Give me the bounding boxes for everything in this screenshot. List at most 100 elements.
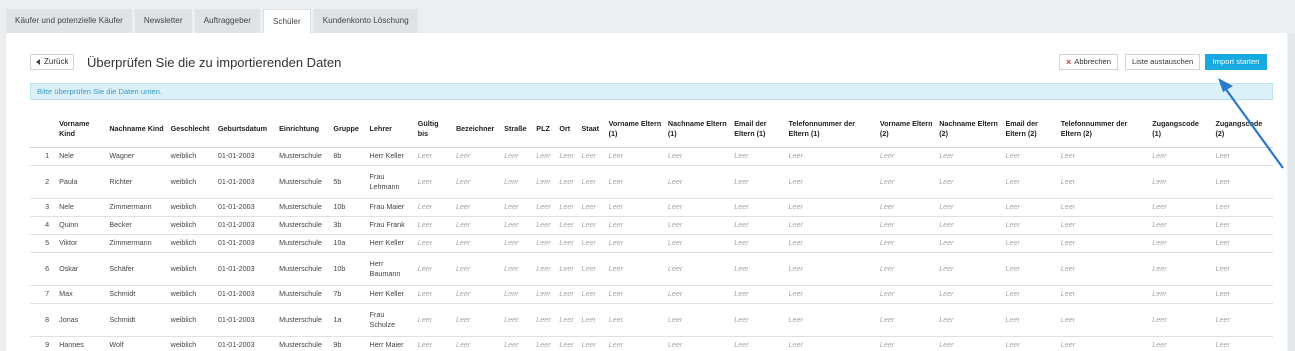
- empty-value-cell: Leer: [1148, 234, 1212, 253]
- table-row: 5 Viktor Zimmermann weiblich 01-01-2003 Muste…: [30, 234, 1273, 253]
- empty-value-cell: Leer: [730, 285, 785, 304]
- empty-value-cell: Leer: [555, 198, 578, 217]
- empty-value-cell: Leer: [451, 234, 501, 253]
- empty-value-cell: Leer: [555, 336, 578, 351]
- empty-value-cell: Leer: [604, 303, 664, 337]
- first-name-cell: Oskar: [55, 252, 106, 286]
- empty-value-cell: Leer: [1056, 216, 1149, 235]
- empty-value-cell: Leer: [604, 252, 664, 286]
- empty-value-cell: Leer: [500, 165, 533, 199]
- empty-value-cell: Leer: [500, 303, 533, 337]
- empty-value-cell: Leer: [935, 165, 1002, 199]
- empty-value-cell: Leer: [577, 147, 605, 166]
- institution-cell: Musterschule: [275, 303, 330, 337]
- group-cell: 5b: [329, 165, 366, 199]
- table-header-row: Vorname Kind Nachname Kind Geschlecht Ge…: [30, 115, 1273, 148]
- column-header: Geschlecht: [166, 115, 214, 148]
- table-row: 8 Jonas Schmidt weiblich 01-01-2003 Mustersch…: [30, 303, 1273, 337]
- vertical-scrollbar[interactable]: [1288, 33, 1295, 351]
- empty-value-cell: Leer: [730, 165, 785, 199]
- last-name-cell: Wagner: [105, 147, 167, 166]
- cancel-button[interactable]: × Abbrechen: [1059, 54, 1118, 70]
- birthdate-cell: 01-01-2003: [213, 216, 276, 235]
- empty-value-cell: Leer: [875, 234, 936, 253]
- table-row: 1 Nele Wagner weiblich 01-01-2003 Musterschul…: [30, 147, 1273, 166]
- empty-value-cell: Leer: [604, 198, 664, 217]
- birthdate-cell: 01-01-2003: [213, 252, 276, 286]
- empty-value-cell: Leer: [1001, 252, 1057, 286]
- empty-value-cell: Leer: [555, 285, 578, 304]
- empty-value-cell: Leer: [500, 234, 533, 253]
- empty-value-cell: Leer: [413, 234, 452, 253]
- birthdate-cell: 01-01-2003: [213, 303, 276, 337]
- import-review-panel: Zurück Überprüfen Sie die zu importieren…: [6, 33, 1287, 351]
- empty-value-cell: Leer: [875, 165, 936, 199]
- empty-value-cell: Leer: [532, 216, 556, 235]
- empty-value-cell: Leer: [730, 303, 785, 337]
- empty-value-cell: Leer: [451, 198, 501, 217]
- empty-value-cell: Leer: [1211, 216, 1273, 235]
- row-number-cell: 9: [30, 336, 56, 351]
- empty-value-cell: Leer: [730, 198, 785, 217]
- gender-cell: weiblich: [166, 147, 214, 166]
- empty-value-cell: Leer: [1211, 285, 1273, 304]
- empty-value-cell: Leer: [935, 252, 1002, 286]
- empty-value-cell: Leer: [413, 198, 452, 217]
- empty-value-cell: Leer: [784, 165, 876, 199]
- group-cell: 8b: [329, 147, 366, 166]
- gender-cell: weiblich: [166, 285, 214, 304]
- column-header: Gültig bis: [413, 115, 452, 148]
- close-icon: ×: [1066, 57, 1072, 67]
- empty-value-cell: Leer: [1148, 303, 1212, 337]
- column-header: Geburtsdatum: [213, 115, 276, 148]
- institution-cell: Musterschule: [275, 234, 330, 253]
- first-name-cell: Quinn: [55, 216, 106, 235]
- row-number-cell: 6: [30, 252, 56, 286]
- empty-value-cell: Leer: [875, 198, 936, 217]
- empty-value-cell: Leer: [730, 234, 785, 253]
- replace-list-button[interactable]: Liste austauschen: [1125, 54, 1201, 70]
- teacher-cell: Herr Baumann: [365, 252, 414, 286]
- column-header: Bezeichner: [451, 115, 501, 148]
- empty-value-cell: Leer: [875, 216, 936, 235]
- last-name-cell: Richter: [105, 165, 167, 199]
- tab-kundenkonto-loeschung[interactable]: Kundenkonto Löschung: [313, 9, 418, 33]
- teacher-cell: Frau Frank: [365, 216, 414, 235]
- column-header: Zugangscode (1): [1148, 115, 1212, 148]
- tab-newsletter[interactable]: Newsletter: [134, 9, 192, 33]
- column-header: Email der Eltern (1): [730, 115, 785, 148]
- empty-value-cell: Leer: [730, 147, 785, 166]
- tab-auftraggeber[interactable]: Auftraggeber: [194, 9, 260, 33]
- start-import-button-label: Import starten: [1212, 57, 1260, 66]
- empty-value-cell: Leer: [604, 285, 664, 304]
- row-number-cell: 8: [30, 303, 56, 337]
- empty-value-cell: Leer: [1056, 336, 1149, 351]
- last-name-cell: Schäfer: [105, 252, 167, 286]
- empty-value-cell: Leer: [1211, 147, 1273, 166]
- empty-value-cell: Leer: [577, 303, 605, 337]
- empty-value-cell: Leer: [500, 285, 533, 304]
- table-row: 2 Paula Richter weiblich 01-01-2003 Mustersch…: [30, 165, 1273, 199]
- empty-value-cell: Leer: [604, 234, 664, 253]
- start-import-button[interactable]: Import starten: [1205, 54, 1267, 70]
- teacher-cell: Herr Keller: [365, 285, 414, 304]
- table-row: 4 Quinn Becker weiblich 01-01-2003 Musterschu…: [30, 216, 1273, 235]
- back-button[interactable]: Zurück: [30, 54, 75, 70]
- empty-value-cell: Leer: [451, 285, 501, 304]
- birthdate-cell: 01-01-2003: [213, 147, 276, 166]
- empty-value-cell: Leer: [451, 165, 501, 199]
- first-name-cell: Nele: [55, 147, 106, 166]
- empty-value-cell: Leer: [500, 252, 533, 286]
- column-header: Telefonnummer der Eltern (2): [1056, 115, 1149, 148]
- empty-value-cell: Leer: [784, 216, 876, 235]
- empty-value-cell: Leer: [532, 147, 556, 166]
- tab-schueler[interactable]: Schüler: [262, 9, 311, 34]
- empty-value-cell: Leer: [413, 165, 452, 199]
- tab-kaeufer[interactable]: Käufer und potenzielle Käufer: [6, 9, 132, 33]
- empty-value-cell: Leer: [663, 216, 731, 235]
- empty-value-cell: Leer: [1211, 303, 1273, 337]
- caret-left-icon: [36, 59, 40, 65]
- birthdate-cell: 01-01-2003: [213, 285, 276, 304]
- empty-value-cell: Leer: [663, 285, 731, 304]
- last-name-cell: Wolf: [105, 336, 167, 351]
